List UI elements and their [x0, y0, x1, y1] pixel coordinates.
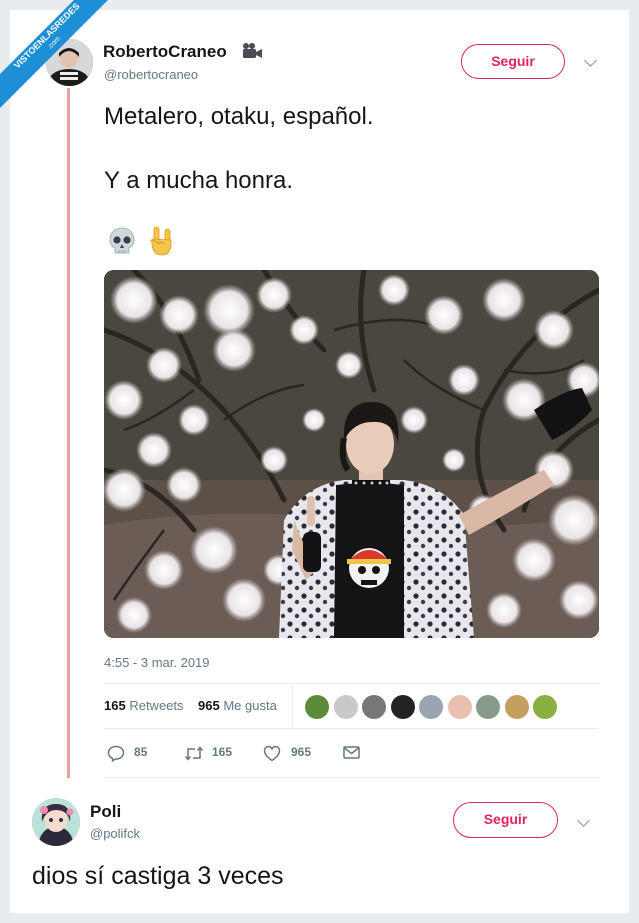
- likes-count: 965: [198, 698, 220, 713]
- reply-icon[interactable]: [107, 745, 125, 767]
- reply-follow-button[interactable]: Seguir: [453, 802, 558, 838]
- skull-icon: [107, 226, 137, 256]
- reply-author-handle[interactable]: @polifck: [90, 826, 140, 841]
- tweet-text-line1: Metalero, otaku, español.: [104, 103, 374, 130]
- likes-stat[interactable]: 965 Me gusta: [198, 698, 277, 713]
- liker-avatar[interactable]: [305, 695, 329, 719]
- tweet-photo[interactable]: [104, 270, 599, 638]
- watermark-text: VISTOENLASREDES: [11, 0, 82, 71]
- retweets-count: 165: [104, 698, 126, 713]
- reply-count: 85: [134, 745, 148, 759]
- like-count: 965: [291, 745, 312, 759]
- reply-text: dios sí castiga 3 veces: [32, 862, 284, 890]
- liker-avatar[interactable]: [333, 695, 358, 719]
- heart-icon[interactable]: [263, 745, 281, 767]
- liker-avatar[interactable]: [504, 695, 529, 719]
- tweet-text-line2: Y a mucha honra.: [104, 167, 294, 194]
- liker-avatar[interactable]: [476, 695, 500, 719]
- stats-divider-bottom: [104, 728, 599, 729]
- retweet-icon[interactable]: [184, 745, 204, 767]
- tweet-timestamp[interactable]: 4:55 - 3 mar. 2019: [104, 655, 210, 670]
- liker-avatar[interactable]: [447, 695, 472, 719]
- movie-camera-icon: [241, 42, 263, 65]
- liker-avatar[interactable]: [390, 695, 415, 719]
- stats-divider-top: [104, 683, 599, 684]
- retweets-stat[interactable]: 165 Retweets: [104, 698, 184, 713]
- follow-button[interactable]: Seguir: [461, 44, 565, 79]
- tweet-bottom-divider: [104, 777, 599, 778]
- watermark-ribbon: VISTOENLASREDES .com: [0, 0, 130, 130]
- liker-avatar[interactable]: [362, 695, 386, 719]
- mail-icon[interactable]: [343, 745, 360, 765]
- thread-line: [67, 88, 70, 778]
- retweets-label: Retweets: [129, 698, 184, 713]
- likes-label: Me gusta: [223, 698, 277, 713]
- liker-avatar[interactable]: [419, 695, 443, 719]
- liker-avatar[interactable]: [533, 695, 557, 719]
- reply-author-name[interactable]: Poli: [90, 802, 121, 822]
- reply-author-avatar[interactable]: [32, 798, 80, 846]
- sign-of-the-horns-icon: [146, 225, 176, 257]
- stats-separator: [292, 685, 293, 728]
- retweet-count: 165: [212, 745, 233, 759]
